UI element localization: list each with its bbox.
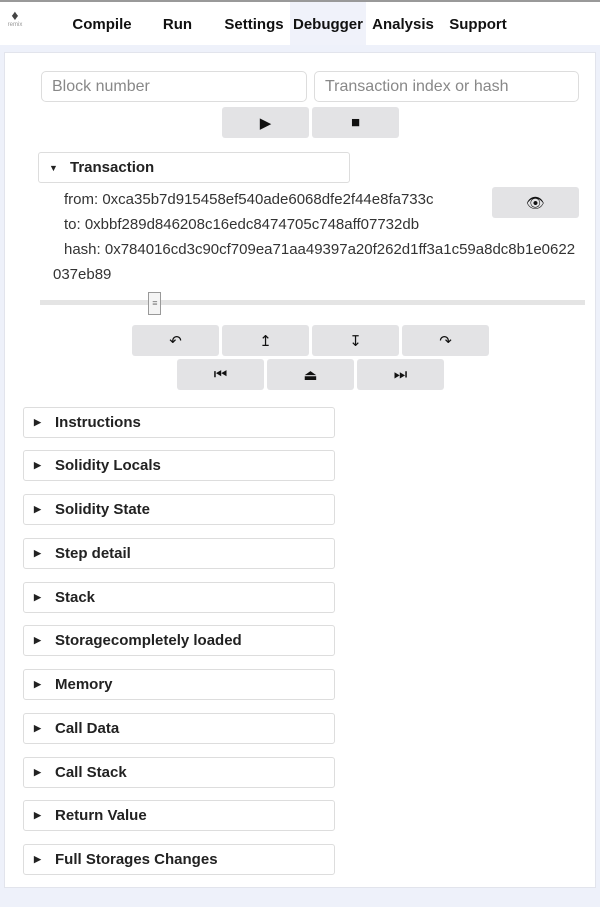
tx-from: from: 0xca35b7d915458ef540ade6068dfe2f44…	[64, 191, 434, 208]
step-over-back-icon: ↶	[169, 332, 182, 350]
section-title: Step detail	[55, 545, 131, 562]
step-over-forward-icon: ↷	[439, 332, 452, 350]
jump-previous-breakpoint-button[interactable]: ⏮	[177, 359, 264, 390]
tx-hash-continued: 037eb89	[53, 266, 112, 283]
transaction-section-header[interactable]: ▼ Transaction	[38, 152, 350, 183]
section-storagecompletely-loaded[interactable]: ▶ Storagecompletely loaded	[23, 625, 335, 656]
jump-out-button[interactable]: ⏏	[267, 359, 354, 390]
caret-right-icon: ▶	[34, 592, 41, 602]
section-title: Full Storages Changes	[55, 851, 218, 868]
start-debug-button[interactable]: ▶	[222, 107, 309, 138]
eye-icon: 👁	[525, 194, 546, 212]
caret-right-icon: ▶	[34, 504, 41, 514]
caret-right-icon: ▶	[34, 767, 41, 777]
remix-logo[interactable]: ♦ remix	[3, 8, 27, 28]
tab-settings[interactable]: Settings	[220, 2, 288, 45]
section-title: Return Value	[55, 807, 147, 824]
section-memory[interactable]: ▶ Memory	[23, 669, 335, 700]
caret-right-icon: ▶	[34, 854, 41, 864]
section-title: Storagecompletely loaded	[55, 632, 242, 649]
jump-next-breakpoint-button[interactable]: ⏭	[357, 359, 444, 390]
section-stack[interactable]: ▶ Stack	[23, 582, 335, 613]
eject-icon: ⏏	[303, 366, 318, 384]
tab-compile[interactable]: Compile	[68, 2, 136, 45]
stop-debug-button[interactable]: ■	[312, 107, 399, 138]
view-transaction-button[interactable]: 👁	[492, 187, 579, 218]
section-call-stack[interactable]: ▶ Call Stack	[23, 757, 335, 788]
section-title: Stack	[55, 589, 96, 606]
caret-right-icon: ▶	[34, 723, 41, 733]
transaction-input[interactable]	[314, 71, 579, 102]
tab-debugger[interactable]: Debugger	[290, 2, 366, 45]
ethereum-icon: ♦	[11, 7, 19, 23]
step-into-back-icon: ↥	[259, 332, 272, 350]
caret-right-icon: ▶	[34, 810, 41, 820]
step-over-forward-button[interactable]: ↷	[402, 325, 489, 356]
section-instructions[interactable]: ▶ Instructions	[23, 407, 335, 438]
skip-forward-icon: ⏭	[393, 366, 408, 383]
section-full-storages-changes[interactable]: ▶ Full Storages Changes	[23, 844, 335, 875]
logo-text: remix	[7, 22, 23, 28]
tab-analysis[interactable]: Analysis	[368, 2, 438, 45]
step-over-back-button[interactable]: ↶	[132, 325, 219, 356]
block-number-input[interactable]	[41, 71, 307, 102]
step-into-back-button[interactable]: ↥	[222, 325, 309, 356]
tx-to: to: 0xbbf289d846208c16edc8474705c748aff0…	[64, 216, 420, 233]
tab-run[interactable]: Run	[155, 2, 200, 45]
caret-right-icon: ▶	[34, 460, 41, 470]
section-solidity-locals[interactable]: ▶ Solidity Locals	[23, 450, 335, 481]
play-icon: ▶	[259, 114, 272, 132]
caret-right-icon: ▶	[34, 635, 41, 645]
tx-hash: hash: 0x784016cd3c90cf709ea71aa49397a20f…	[64, 241, 576, 258]
caret-right-icon: ▶	[34, 679, 41, 689]
tab-support[interactable]: Support	[446, 2, 510, 45]
step-slider[interactable]	[40, 300, 585, 305]
step-into-forward-button[interactable]: ↧	[312, 325, 399, 356]
section-title: Call Stack	[55, 764, 127, 781]
skip-back-icon: ⏮	[213, 366, 228, 383]
caret-down-icon: ▼	[49, 162, 58, 173]
top-nav: ♦ remix Compile Run Settings Debugger Ana…	[0, 0, 600, 45]
caret-right-icon: ▶	[34, 417, 41, 427]
section-title: Instructions	[55, 414, 141, 431]
section-title: Solidity Locals	[55, 457, 161, 474]
slider-handle[interactable]: ≡	[148, 292, 162, 315]
section-title: Call Data	[55, 720, 120, 737]
section-return-value[interactable]: ▶ Return Value	[23, 800, 335, 831]
section-step-detail[interactable]: ▶ Step detail	[23, 538, 335, 569]
caret-right-icon: ▶	[34, 548, 41, 558]
stop-icon: ■	[350, 114, 361, 131]
section-solidity-state[interactable]: ▶ Solidity State	[23, 494, 335, 525]
section-call-data[interactable]: ▶ Call Data	[23, 713, 335, 744]
section-title: Transaction	[70, 159, 155, 176]
section-title: Solidity State	[55, 501, 151, 518]
section-title: Memory	[55, 676, 113, 693]
step-into-forward-icon: ↧	[349, 332, 362, 350]
